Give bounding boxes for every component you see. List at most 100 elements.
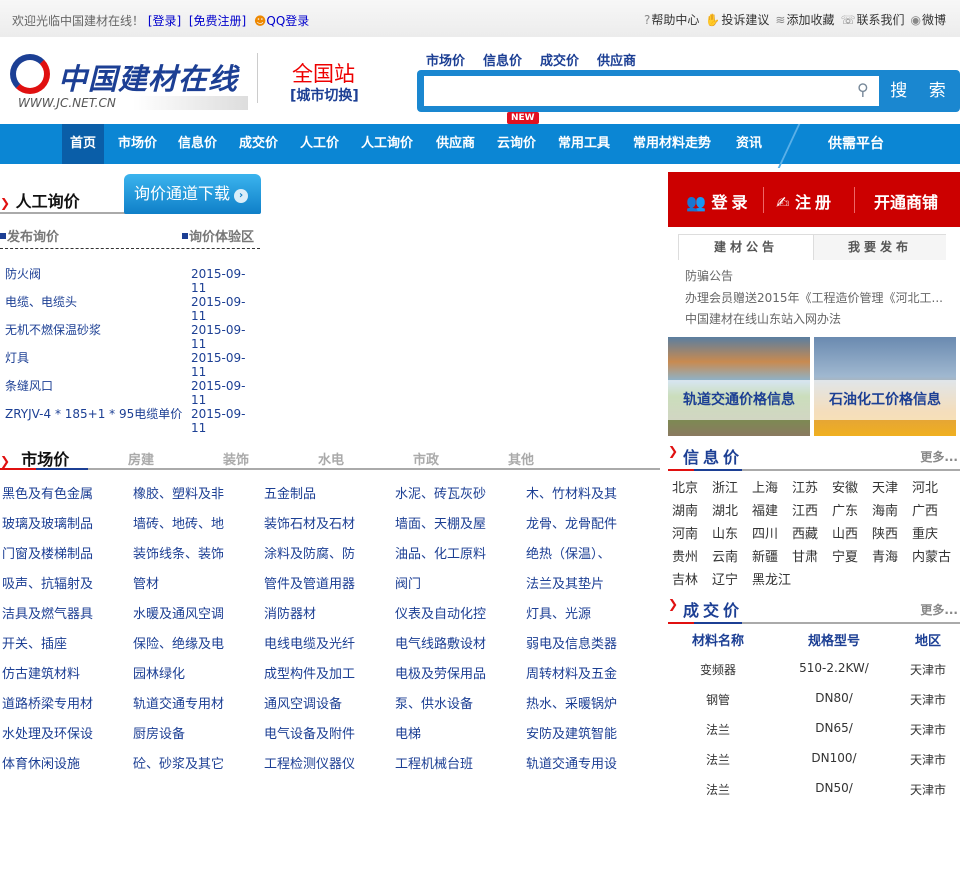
category-link[interactable]: 开关、插座 xyxy=(2,633,127,652)
category-link[interactable]: 装饰线条、装饰 xyxy=(133,543,258,562)
category-link[interactable]: 墙面、天棚及屋 xyxy=(395,513,520,532)
province-link[interactable]: 广东 xyxy=(832,500,858,519)
category-link[interactable]: 工程机械台班 xyxy=(395,753,520,772)
nav-item[interactable]: 首页 xyxy=(62,124,105,164)
deal-cell[interactable]: 法兰 xyxy=(668,781,768,798)
category-link[interactable]: 砼、砂浆及其它 xyxy=(133,753,258,772)
deal-cell[interactable]: 法兰 xyxy=(668,721,768,738)
inquiry-name[interactable]: 电缆、电缆头 xyxy=(5,295,77,309)
search-tab[interactable]: 市场价 xyxy=(426,50,465,69)
province-link[interactable]: 山西 xyxy=(832,523,858,542)
toplink-0[interactable]: ?帮助中心 xyxy=(644,11,699,28)
nav-item[interactable]: 供应商 xyxy=(428,124,483,164)
category-link[interactable]: 水处理及环保设 xyxy=(2,723,127,742)
inquiry-row[interactable]: 灯具 2015-09-11 xyxy=(5,349,260,379)
category-link[interactable]: 黑色及有色金属 xyxy=(2,483,127,502)
province-link[interactable]: 天津 xyxy=(872,477,898,496)
nav-item[interactable]: 供需平台 xyxy=(820,124,892,164)
notice-item[interactable]: 办理会员赠送2015年《工程造价管理《河北工... xyxy=(685,289,943,306)
search-tab[interactable]: 供应商 xyxy=(597,50,636,69)
download-button[interactable]: 询价通道下载 › xyxy=(124,174,261,214)
province-link[interactable]: 江苏 xyxy=(792,477,818,496)
category-link[interactable]: 涂料及防腐、防 xyxy=(264,543,389,562)
province-link[interactable]: 内蒙古 xyxy=(912,546,951,565)
category-link[interactable]: 体育休闲设施 xyxy=(2,753,127,772)
category-link[interactable]: 装饰石材及石材 xyxy=(264,513,389,532)
category-link[interactable]: 橡胶、塑料及非 xyxy=(133,483,258,502)
info-more-link[interactable]: 更多... xyxy=(920,448,958,465)
category-link[interactable]: 轨道交通专用设 xyxy=(526,753,651,772)
deal-cell[interactable]: 法兰 xyxy=(668,751,768,768)
inquiry-name[interactable]: ZRYJV-4 * 185+1 * 95电缆单价 xyxy=(5,407,182,421)
tab-notice[interactable]: 建材公告 xyxy=(679,235,813,260)
nav-item[interactable]: 成交价 xyxy=(231,124,286,164)
category-link[interactable]: 电极及劳保用品 xyxy=(395,663,520,682)
toplink-4[interactable]: ◉微博 xyxy=(911,11,947,28)
category-link[interactable]: 成型构件及加工 xyxy=(264,663,389,682)
province-link[interactable]: 北京 xyxy=(672,477,698,496)
province-link[interactable]: 福建 xyxy=(752,500,778,519)
market-tab[interactable]: 其他 xyxy=(508,449,534,468)
tab-publish[interactable]: 我要发布 xyxy=(813,235,946,260)
province-link[interactable]: 湖南 xyxy=(672,500,698,519)
publish-inquiry-link[interactable]: 发布询价 xyxy=(0,226,59,245)
market-tab[interactable]: 水电 xyxy=(318,449,344,468)
toplink-3[interactable]: ☏联系我们 xyxy=(840,11,904,28)
deal-cell[interactable]: 钢管 xyxy=(668,691,768,708)
nav-item[interactable]: 人工询价 xyxy=(353,124,421,164)
search-tab[interactable]: 成交价 xyxy=(540,50,579,69)
category-link[interactable]: 热水、采暖锅炉 xyxy=(526,693,651,712)
inquiry-name[interactable]: 防火阀 xyxy=(5,267,41,281)
category-link[interactable]: 电线电缆及光纤 xyxy=(264,633,389,652)
category-link[interactable]: 灯具、光源 xyxy=(526,603,651,622)
category-link[interactable]: 通风空调设备 xyxy=(264,693,389,712)
category-link[interactable]: 吸声、抗辐射及 xyxy=(2,573,127,592)
province-link[interactable]: 宁夏 xyxy=(832,546,858,565)
toplink-1[interactable]: ✋投诉建议 xyxy=(705,11,769,28)
province-link[interactable]: 黑龙江 xyxy=(752,569,791,588)
category-link[interactable]: 弱电及信息类器 xyxy=(526,633,651,652)
nav-item[interactable]: 市场价 xyxy=(110,124,165,164)
province-link[interactable]: 青海 xyxy=(872,546,898,565)
province-link[interactable]: 广西 xyxy=(912,500,938,519)
inquiry-row[interactable]: 无机不燃保温砂浆 2015-09-11 xyxy=(5,321,260,351)
province-link[interactable]: 贵州 xyxy=(672,546,698,565)
register-link[interactable]: [免费注册] xyxy=(189,14,246,28)
category-link[interactable]: 消防器材 xyxy=(264,603,389,622)
province-link[interactable]: 山东 xyxy=(712,523,738,542)
category-link[interactable]: 周转材料及五金 xyxy=(526,663,651,682)
category-link[interactable]: 洁具及燃气器具 xyxy=(2,603,127,622)
province-link[interactable]: 云南 xyxy=(712,546,738,565)
province-link[interactable]: 安徽 xyxy=(832,477,858,496)
category-link[interactable]: 工程检测仪器仪 xyxy=(264,753,389,772)
category-link[interactable]: 绝热（保温）、 xyxy=(526,543,651,562)
province-link[interactable]: 湖北 xyxy=(712,500,738,519)
register-button[interactable]: ✍ 注册 xyxy=(776,189,835,213)
nav-item[interactable]: 人工价 xyxy=(292,124,347,164)
notice-item[interactable]: 中国建材在线山东站入网办法 xyxy=(685,310,841,327)
category-link[interactable]: 安防及建筑智能 xyxy=(526,723,651,742)
category-link[interactable]: 保险、绝缘及电 xyxy=(133,633,258,652)
category-link[interactable]: 道路桥梁专用材 xyxy=(2,693,127,712)
province-link[interactable]: 西藏 xyxy=(792,523,818,542)
province-link[interactable]: 江西 xyxy=(792,500,818,519)
category-link[interactable]: 水暖及通风空调 xyxy=(133,603,258,622)
open-shop-button[interactable]: 开通商铺 xyxy=(874,189,938,213)
inquiry-name[interactable]: 无机不燃保温砂浆 xyxy=(5,323,101,337)
category-link[interactable]: 电气线路敷设材 xyxy=(395,633,520,652)
search-input[interactable] xyxy=(424,76,879,106)
category-link[interactable]: 电梯 xyxy=(395,723,520,742)
category-link[interactable]: 龙骨、龙骨配件 xyxy=(526,513,651,532)
inquiry-row[interactable]: 条缝风口 2015-09-11 xyxy=(5,377,260,407)
category-link[interactable]: 电气设备及附件 xyxy=(264,723,389,742)
deal-cell[interactable]: 变频器 xyxy=(668,661,768,678)
category-link[interactable]: 墙砖、地砖、地 xyxy=(133,513,258,532)
experience-link[interactable]: 询价体验区 xyxy=(182,226,254,245)
province-link[interactable]: 四川 xyxy=(752,523,778,542)
category-link[interactable]: 园林绿化 xyxy=(133,663,258,682)
market-tab[interactable]: 房建 xyxy=(128,449,154,468)
province-link[interactable]: 吉林 xyxy=(672,569,698,588)
category-link[interactable]: 仪表及自动化控 xyxy=(395,603,520,622)
banner-rail[interactable]: 轨道交通价格信息 xyxy=(668,337,810,436)
category-link[interactable]: 管件及管道用器 xyxy=(264,573,389,592)
